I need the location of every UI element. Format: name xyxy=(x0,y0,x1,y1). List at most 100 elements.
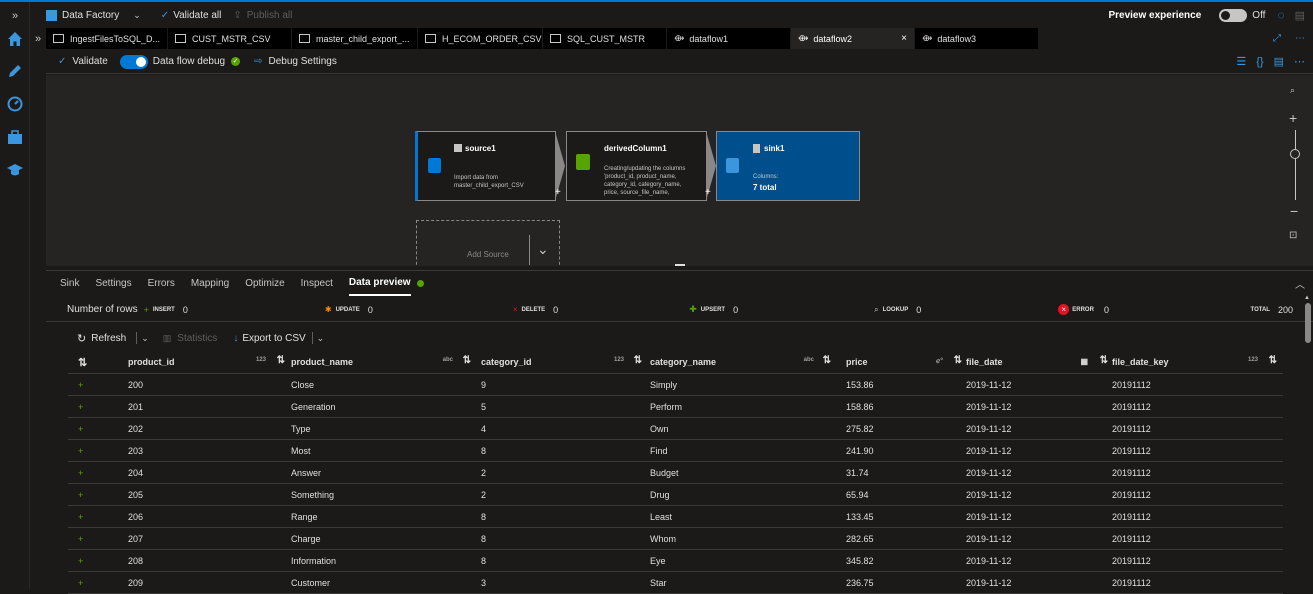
sort-icon[interactable]: ⇅ xyxy=(823,355,831,366)
zoom-to-fit-icon[interactable]: ⊡ xyxy=(1289,230,1297,241)
sink-node[interactable]: sink1 Columns: 7 total xyxy=(716,131,860,201)
expand-nav-icon[interactable]: » xyxy=(5,6,25,26)
tab-errors[interactable]: Errors xyxy=(148,271,175,296)
tab-mapping[interactable]: Mapping xyxy=(191,271,229,296)
preview-experience-toggle[interactable] xyxy=(1219,8,1248,22)
maximize-icon[interactable]: ⤢ xyxy=(1273,33,1281,44)
sort-icon[interactable]: ⇅ xyxy=(1269,355,1277,366)
author-pencil-icon[interactable] xyxy=(5,61,25,81)
tab-sink[interactable]: Sink xyxy=(60,271,79,296)
table-row[interactable]: +203 Most 8 Find 241.90 2019-11-12 20191112 xyxy=(68,440,1283,462)
column-header[interactable]: file_date_key 123 ⇅ xyxy=(1112,355,1283,367)
table-row[interactable]: +208 Information 8 Eye 345.82 2019-11-12 20191… xyxy=(68,550,1283,572)
zoom-in-icon[interactable]: + xyxy=(1289,110,1297,126)
table-row[interactable]: +204 Answer 2 Budget 31.74 2019-11-12 20191112 xyxy=(68,462,1283,484)
table-row[interactable]: +201 Generation 5 Perform 158.86 2019-11-12 20… xyxy=(68,396,1283,418)
tab-h-ecom-order-csv[interactable]: H_ECOM_ORDER_CSV xyxy=(418,28,543,49)
derived-column-node[interactable]: derivedColumn1 Creating/updating the col… xyxy=(566,131,707,201)
column-header[interactable]: category_id 123 ⇅ xyxy=(481,355,650,367)
tab-master-child-export[interactable]: master_child_export_... xyxy=(292,28,418,49)
close-tab-icon[interactable]: × xyxy=(901,33,907,44)
sort-icon[interactable]: ⇅ xyxy=(1100,355,1108,366)
zoom-slider[interactable] xyxy=(1295,130,1296,200)
publish-all-button[interactable]: Publish all xyxy=(247,10,293,21)
tab-sql-cust-mstr[interactable]: SQL_CUST_MSTR xyxy=(543,28,667,49)
table-cell: 20191112 xyxy=(1112,445,1151,456)
dataflow-icon: ⟴ xyxy=(798,33,809,43)
refresh-button[interactable]: Refresh xyxy=(91,333,126,344)
export-csv-button[interactable]: Export to CSV xyxy=(242,333,305,344)
table-cell: 207 xyxy=(128,533,144,544)
home-icon[interactable] xyxy=(5,29,25,49)
debug-toggle[interactable] xyxy=(119,54,148,69)
add-transform-after-derived[interactable]: + xyxy=(705,187,711,198)
column-header[interactable]: category_name abc ⇅ xyxy=(650,355,846,367)
add-source-chevron-icon[interactable]: ⌄ xyxy=(537,241,549,258)
table-cell: 3 xyxy=(481,577,487,588)
add-transform-after-source[interactable]: + xyxy=(555,187,561,198)
search-canvas-icon[interactable]: ⌕ xyxy=(1290,85,1295,96)
zoom-out-icon[interactable]: − xyxy=(1290,203,1298,219)
column-header[interactable]: product_name abc ⇅ xyxy=(291,355,481,367)
table-cell: 205 xyxy=(128,489,144,500)
tab-dataflow2[interactable]: ⟴ dataflow2 × xyxy=(791,28,915,49)
tab-ingest-files[interactable]: IngestFilesToSQL_D... xyxy=(46,28,168,49)
code-icon[interactable]: {} xyxy=(1256,56,1263,68)
add-source-box[interactable]: Add Source ⌄ xyxy=(416,220,560,266)
more-icon[interactable]: ⋯ xyxy=(1294,55,1305,68)
table-cell: 2019-11-12 xyxy=(966,445,1012,456)
monitor-icon[interactable] xyxy=(5,94,25,114)
collapse-panel-icon[interactable]: ︿ xyxy=(1295,276,1305,291)
column-header[interactable]: price ℯ° ⇅ xyxy=(846,355,966,367)
sort-icon[interactable]: ⇅ xyxy=(463,355,471,366)
clipboard-icon[interactable]: ▤ xyxy=(1295,9,1305,22)
data-factory-selector[interactable]: Data Factory xyxy=(62,10,119,21)
table-row[interactable]: +200 Close 9 Simply 153.86 2019-11-12 20191112 xyxy=(68,374,1283,396)
sort-icon[interactable]: ⇅ xyxy=(277,355,285,366)
validate-all-button[interactable]: Validate all xyxy=(173,10,221,21)
panel-splitter[interactable] xyxy=(675,264,685,266)
column-type-icon: abc xyxy=(442,357,453,363)
tab-inspect[interactable]: Inspect xyxy=(301,271,333,296)
tab-optimize[interactable]: Optimize xyxy=(245,271,284,296)
table-row[interactable]: +207 Charge 8 Whom 282.65 2019-11-12 20191112 xyxy=(68,528,1283,550)
tab-label: IngestFilesToSQL_D... xyxy=(70,33,161,44)
tab-label: CUST_MSTR_CSV xyxy=(192,33,271,44)
refresh-circle-icon[interactable]: ◌ xyxy=(1277,8,1284,22)
zoom-slider-thumb[interactable] xyxy=(1290,149,1300,159)
script-icon[interactable]: ☰ xyxy=(1236,55,1246,68)
sort-icon[interactable]: ⇅ xyxy=(634,355,642,366)
preview-scrollbar[interactable] xyxy=(1305,303,1311,343)
column-type-icon: 123 xyxy=(1247,357,1258,363)
tab-dataflow1[interactable]: ⟴ dataflow1 xyxy=(667,28,791,49)
chevron-down-icon[interactable]: ⌄ xyxy=(133,10,141,21)
table-row[interactable]: +205 Something 2 Drug 65.94 2019-11-12 2019111… xyxy=(68,484,1283,506)
tab-dataflow3[interactable]: ⟴ dataflow3 xyxy=(915,28,1039,49)
table-row[interactable]: +202 Type 4 Own 275.82 2019-11-12 20191112 xyxy=(68,418,1283,440)
refresh-chevron-icon[interactable]: ⌄ xyxy=(141,333,149,344)
table-cell: 8 xyxy=(481,555,487,566)
source-node[interactable]: source1 Import data from master_child_ex… xyxy=(415,131,556,201)
validate-button[interactable]: Validate xyxy=(72,56,107,67)
table-row[interactable]: +206 Range 8 Least 133.45 2019-11-12 20191112 xyxy=(68,506,1283,528)
export-chevron-icon[interactable]: ⌄ xyxy=(317,333,325,344)
properties-icon[interactable]: ▤ xyxy=(1274,55,1284,68)
sort-icon[interactable]: ⇅ xyxy=(954,355,962,366)
tab-data-preview[interactable]: Data preview xyxy=(348,271,411,296)
table-cell: 345.82 xyxy=(846,555,874,566)
dataflow-canvas[interactable]: source1 Import data from master_child_ex… xyxy=(46,75,1313,266)
table-row[interactable]: +209 Customer 3 Star 236.75 2019-11-12 2019111… xyxy=(68,572,1283,594)
collapse-resources-icon[interactable]: » xyxy=(30,33,46,45)
error-label: ERROR xyxy=(1072,306,1094,313)
tab-settings[interactable]: Settings xyxy=(95,271,131,296)
more-tabs-icon[interactable]: ⋯ xyxy=(1295,33,1305,44)
column-header[interactable]: file_date ▦ ⇅ xyxy=(966,355,1112,367)
manage-toolbox-icon[interactable] xyxy=(5,127,25,147)
scroll-up-icon[interactable]: ▲ xyxy=(1304,295,1310,301)
debug-settings-button[interactable]: Debug Settings xyxy=(268,56,336,67)
learning-center-icon[interactable] xyxy=(5,160,25,180)
statistics-button[interactable]: Statistics xyxy=(177,333,217,344)
row-sort-icon[interactable]: ⇅ xyxy=(68,356,128,369)
column-header[interactable]: product_id 123 ⇅ xyxy=(128,355,291,367)
tab-cust-mstr-csv[interactable]: CUST_MSTR_CSV xyxy=(168,28,292,49)
